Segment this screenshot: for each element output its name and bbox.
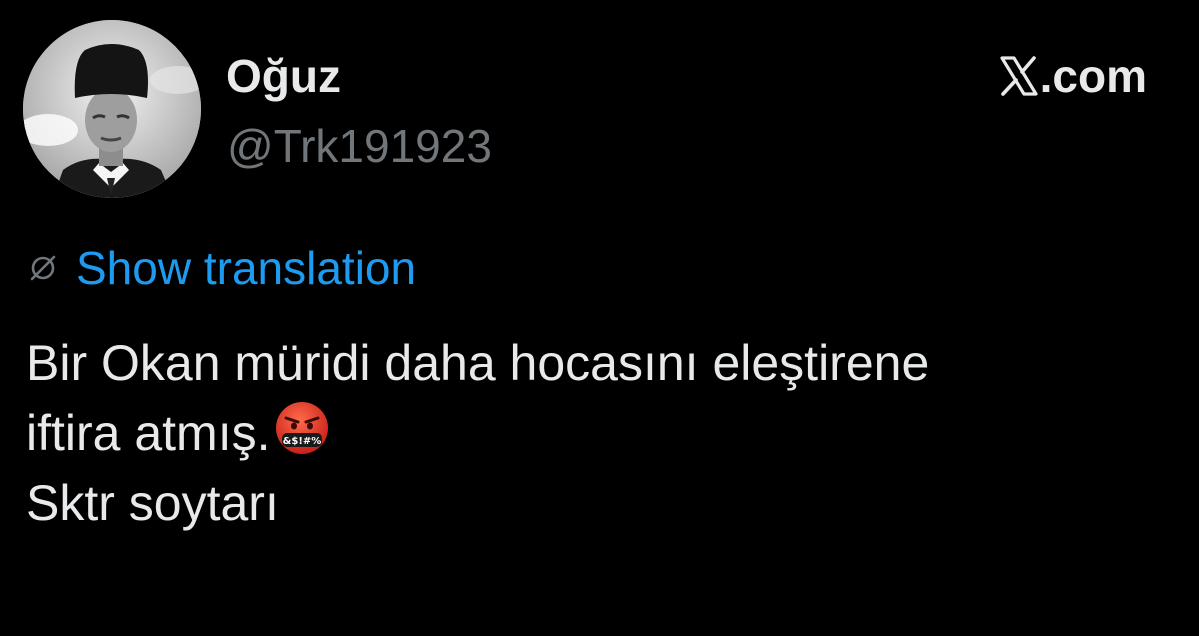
display-name[interactable]: Oğuz [226, 48, 341, 104]
globe-icon [30, 255, 56, 281]
site-domain-label: .com [1039, 50, 1147, 102]
translation-row: Show translation [28, 240, 416, 296]
show-translation-link[interactable]: Show translation [76, 240, 416, 296]
tweet-text: Bir Okan müridi daha hocasını eleştirene… [26, 328, 1176, 538]
emoji-symbols: &$!#% [283, 436, 322, 447]
face-with-symbols-on-mouth-icon: &$!#% [276, 402, 329, 454]
tweet-line-3: Sktr soytarı [26, 475, 279, 531]
tweet-card: Oğuz @Trk191923 .com Show translation Bi… [0, 0, 1199, 636]
avatar[interactable] [23, 20, 201, 198]
site-logo: .com [1000, 48, 1147, 104]
x-logo-icon [1000, 56, 1038, 96]
user-handle[interactable]: @Trk191923 [227, 118, 492, 174]
tweet-line-1: Bir Okan müridi daha hocasını eleştirene [26, 335, 930, 391]
tweet-line-2: iftira atmış. &$!#% [26, 398, 1176, 468]
tweet-line-2-text: iftira atmış. [26, 405, 271, 461]
portrait-avatar-icon [23, 20, 201, 198]
